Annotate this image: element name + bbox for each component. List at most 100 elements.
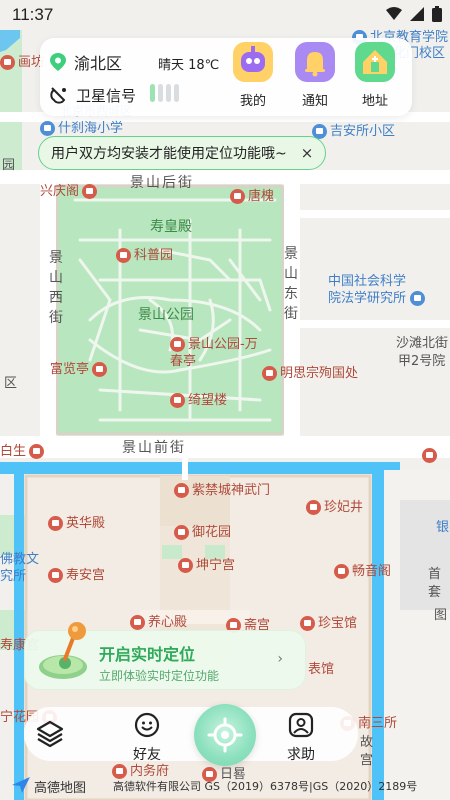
install-hint-banner: 用户双方均安装才能使用定位功能哦~ ×: [38, 136, 327, 170]
map-screen: 景山后街 景山前街 景山西街 景山东街 寿皇殿 科普园 唐槐 景山公园 景山公园…: [0, 0, 450, 800]
shortcut-mine[interactable]: 我的: [228, 42, 278, 109]
hint-text: 用户双方均安装才能使用定位功能哦~: [51, 146, 287, 162]
amap-logo-icon: [12, 777, 30, 793]
poi-kunninggong-label: 坤宁宫: [196, 558, 236, 573]
poi-right-pin[interactable]: [422, 448, 440, 463]
poi-pin-icon: [300, 616, 315, 631]
layers-button[interactable]: [28, 712, 72, 756]
poi-xingqingge-label: 兴庆阁: [40, 184, 80, 199]
poi-yuan[interactable]: 园: [2, 154, 15, 173]
poi-pin-icon: [82, 184, 98, 199]
poi-pin-icon: [262, 366, 277, 381]
help-button[interactable]: 求助: [276, 712, 326, 764]
signal-bar: [174, 84, 180, 102]
street-jingshan-dong: 景山东街: [284, 246, 298, 322]
poi-changyinge[interactable]: 畅音阁: [334, 560, 391, 579]
shortcut-mine-label: 我的: [239, 94, 266, 109]
help-label: 求助: [287, 747, 315, 763]
location-pin-icon: [50, 53, 66, 71]
gps-signal-label: 卫星信号: [76, 86, 137, 105]
signal-bar: [150, 84, 156, 102]
copyright-text: 高德软件有限公司 GS（2019）6378号|GS（2020）2189号: [113, 780, 418, 793]
poi-yin[interactable]: 银: [436, 516, 449, 535]
poi-pin-icon: [230, 189, 245, 204]
poi-xingqingge[interactable]: 兴庆阁: [40, 180, 100, 199]
poi-shatanbei-1[interactable]: 沙滩北街: [396, 332, 448, 351]
poi-jiwanglou-label: 绮望楼: [188, 393, 228, 408]
poi-zhenbaoguan[interactable]: 珍宝馆: [300, 612, 357, 631]
poi-zijincheng[interactable]: 紫禁城神武门: [174, 479, 270, 498]
top-info-card: 渝北区 晴天 18℃ 卫星信号 我的 通知 地址: [40, 38, 412, 116]
shortcut-notification[interactable]: 通知: [290, 42, 340, 109]
poi-tanghuai-label: 唐槐: [248, 189, 275, 204]
poi-mingsizong[interactable]: 明思宗殉国处: [262, 362, 358, 381]
poi-cass-law-2-label: 院法学研究所: [328, 291, 407, 306]
notification-icon: [295, 42, 335, 82]
location-row[interactable]: 渝北区: [50, 50, 122, 74]
poi-shichahai-label: 什刹海小学: [58, 121, 124, 136]
gps-signal-row: 卫星信号: [50, 84, 182, 106]
satellite-icon: [50, 87, 66, 104]
address-icon: [355, 42, 395, 82]
poi-biaoguan[interactable]: 表馆: [308, 658, 334, 677]
poi-gushou[interactable]: 首套: [428, 566, 446, 602]
wifi-icon: [386, 7, 402, 20]
poi-pin-icon: [170, 393, 185, 408]
battery-icon: [432, 6, 442, 22]
poi-pin-icon: [92, 362, 108, 377]
poi-pin-icon: [306, 500, 321, 515]
research-pin-icon: [410, 291, 426, 306]
close-icon[interactable]: ×: [301, 144, 314, 162]
school-pin-icon: [40, 121, 55, 136]
poi-tanghuai[interactable]: 唐槐: [230, 185, 274, 204]
poi-guqu[interactable]: 区: [4, 372, 17, 391]
poi-gushou-2[interactable]: 图: [434, 604, 447, 623]
poi-mingsizong-label: 明思宗殉国处: [280, 366, 359, 381]
poi-yuhuayuan[interactable]: 御花园: [174, 521, 231, 540]
poi-shichahai[interactable]: 什刹海小学: [40, 117, 123, 136]
poi-shouhuangdian[interactable]: 寿皇殿: [150, 216, 192, 236]
status-time: 11:37: [12, 5, 54, 24]
district-name: 渝北区: [74, 54, 123, 73]
poi-baisheng-label: 白生: [0, 444, 27, 459]
system-icons: [386, 6, 442, 22]
poi-pin-icon: [130, 615, 145, 630]
poi-fulanting[interactable]: 富览亭: [50, 358, 110, 377]
poi-shatanbei-2[interactable]: 甲2号院: [398, 350, 445, 369]
poi-pin-icon: [422, 448, 437, 463]
poi-kunninggong[interactable]: 坤宁宫: [178, 554, 235, 573]
shortcut-address[interactable]: 地址: [350, 42, 400, 109]
locate-me-button[interactable]: [194, 704, 256, 766]
poi-baisheng[interactable]: 白生: [0, 440, 47, 459]
poi-gugong[interactable]: 故宫: [360, 734, 376, 770]
friends-button[interactable]: 好友: [122, 712, 172, 764]
poi-shouangong[interactable]: 寿安宫: [48, 564, 105, 583]
poi-pin-icon: [178, 558, 193, 573]
poi-cass-law-2[interactable]: 院法学研究所: [328, 287, 428, 306]
poi-yuhuayuan-label: 御花园: [192, 525, 232, 540]
poi-pin-icon: [174, 525, 189, 540]
poi-wanchunting[interactable]: 景山公园-万春亭: [170, 336, 260, 370]
crosshair-icon: [207, 717, 243, 753]
realtime-subtitle: 立即体验实时定位功能: [99, 669, 220, 683]
status-bar: 11:37: [0, 0, 450, 32]
poi-pin-icon: [29, 444, 45, 459]
poi-fojiao-2[interactable]: 究所: [0, 565, 26, 584]
street-jingshan-qian: 景山前街: [122, 440, 186, 456]
poi-yinghuadian[interactable]: 英华殿: [48, 512, 105, 531]
signal-bar: [166, 84, 172, 102]
realtime-location-card[interactable]: 开启实时定位 立即体验实时定位功能 ›: [24, 622, 306, 690]
poi-jiansuo[interactable]: 吉安所小区: [312, 120, 395, 139]
poi-jingshan-park[interactable]: 景山公园: [138, 304, 194, 324]
friends-label: 好友: [133, 747, 161, 763]
poi-jiansuo-label: 吉安所小区: [330, 124, 396, 139]
street-jingshan-xi: 景山西街: [49, 250, 63, 326]
poi-yangxindian[interactable]: 养心殿: [130, 611, 187, 630]
poi-zhenfeijing-label: 珍妃井: [324, 500, 364, 515]
poi-zhenbaoguan-label: 珍宝馆: [318, 616, 358, 631]
poi-pin-icon: [116, 248, 131, 263]
poi-kepuyuan[interactable]: 科普园: [116, 244, 173, 263]
poi-huafang[interactable]: 画坊: [0, 51, 44, 70]
poi-jiwanglou[interactable]: 绮望楼: [170, 389, 227, 408]
poi-zhenfeijing[interactable]: 珍妃井: [306, 496, 363, 515]
